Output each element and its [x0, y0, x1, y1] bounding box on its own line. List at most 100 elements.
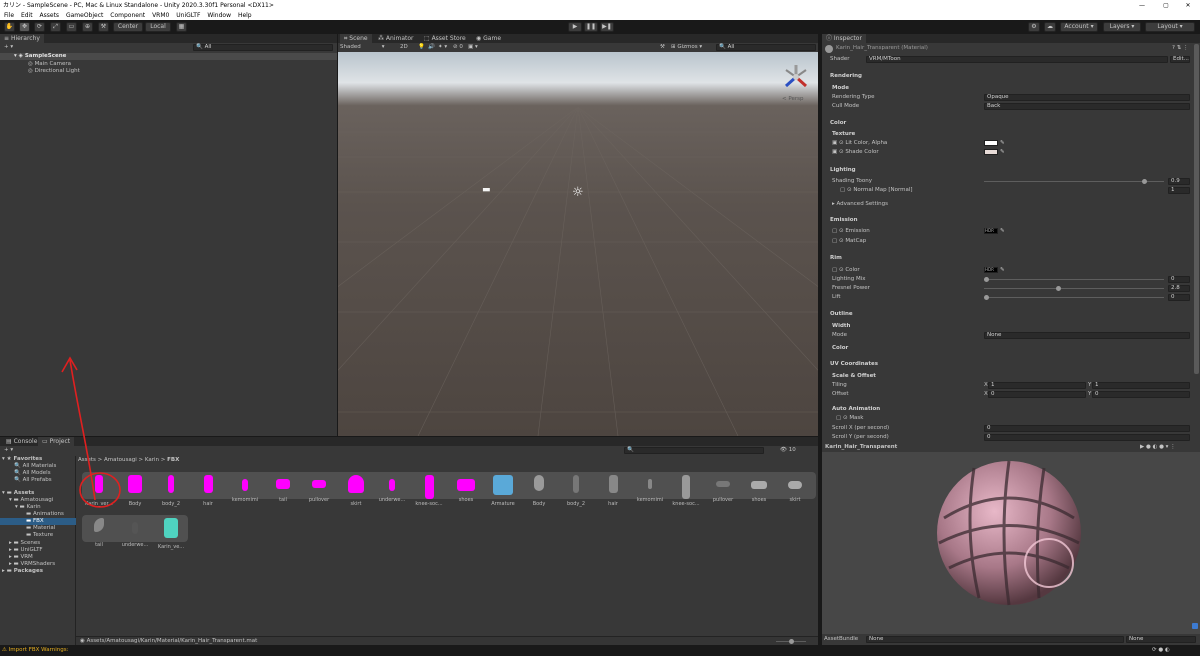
asset-shoes[interactable]: shoes — [449, 475, 483, 503]
pivot-center-button[interactable]: Center — [113, 22, 143, 32]
eyedropper-icon[interactable]: ✎ — [1000, 228, 1005, 235]
normal-map-row[interactable]: ▢ ⊙ Normal Map [Normal] — [840, 187, 913, 194]
asset-karin-avatar[interactable]: Karin_ve... — [154, 518, 188, 550]
scroll-x-input[interactable]: 0 — [984, 425, 1190, 432]
lighting-mix-knob[interactable] — [984, 277, 989, 282]
gizmos-dropdown[interactable]: ⊞ Gizmos ▾ — [671, 44, 702, 51]
tools-icon[interactable]: ⚒ — [660, 44, 665, 51]
move-tool-icon[interactable]: ✥ — [19, 22, 30, 32]
rotate-tool-icon[interactable]: ⟳ — [34, 22, 45, 32]
warning-message[interactable]: ⚠ Import FBX Warnings: — [2, 647, 68, 654]
layers-dropdown[interactable]: Layers ▾ — [1103, 22, 1141, 32]
hierarchy-search-input[interactable]: 🔍 All — [193, 44, 333, 51]
folder-karin[interactable]: ▾ ▬ Karin — [15, 504, 41, 511]
asset-underwear-mesh[interactable]: underwe... — [118, 518, 152, 548]
shader-edit-button[interactable]: Edit... — [1170, 56, 1190, 63]
emission-hdr-swatch[interactable]: HDR — [984, 228, 998, 234]
lighting-toggle-icon[interactable]: 💡 — [418, 44, 425, 51]
rim-hdr-swatch[interactable]: HDR — [984, 267, 998, 273]
menu-window[interactable]: Window — [207, 12, 231, 19]
scroll-y-input[interactable]: 0 — [984, 434, 1190, 441]
assets-folder[interactable]: ▾ ▬ Assets — [2, 490, 34, 497]
thumbnail-size-knob[interactable] — [789, 639, 794, 644]
rect-tool-icon[interactable]: ▭ — [66, 22, 77, 32]
play-button[interactable]: ▶ — [568, 22, 582, 32]
menu-gameobject[interactable]: GameObject — [66, 12, 103, 19]
asset-body-mesh[interactable]: Body — [522, 475, 556, 507]
tab-asset-store[interactable]: ⬚ Asset Store — [420, 34, 470, 43]
hierarchy-item-directional-light[interactable]: ◎ Directional Light — [28, 68, 80, 75]
eyedropper-icon[interactable]: ✎ — [1000, 149, 1005, 156]
asset-armature[interactable]: Armature — [486, 475, 520, 507]
tiling-x-input[interactable]: 1 — [988, 382, 1086, 389]
asset-tail-mesh[interactable]: tail — [82, 518, 116, 548]
tiling-y-input[interactable]: 1 — [1092, 382, 1190, 389]
material-preview-sphere[interactable] — [934, 458, 1084, 608]
menu-unigltf[interactable]: UniGLTF — [176, 12, 200, 19]
menu-edit[interactable]: Edit — [21, 12, 33, 19]
layout-dropdown[interactable]: Layout ▾ — [1145, 22, 1195, 32]
menu-file[interactable]: File — [4, 12, 14, 19]
tab-hierarchy[interactable]: ≡ Hierarchy — [0, 34, 44, 43]
asset-pullover[interactable]: pullover — [302, 475, 336, 503]
sun-icon[interactable]: ☼ — [572, 186, 584, 199]
lift-knob[interactable] — [984, 295, 989, 300]
effects-toggle-icon[interactable]: ✦ ▾ — [438, 44, 447, 51]
pivot-local-button[interactable]: Local — [145, 22, 171, 32]
normal-map-input[interactable]: 1 — [1168, 187, 1190, 194]
rendering-type-dropdown[interactable]: Opaque — [984, 94, 1190, 101]
2d-toggle[interactable]: 2D — [400, 44, 408, 51]
shading-toony-knob[interactable] — [1142, 179, 1147, 184]
lighting-mix-slider[interactable] — [984, 279, 1164, 280]
lift-input[interactable]: 0 — [1168, 294, 1190, 301]
shading-toony-slider[interactable] — [984, 181, 1164, 182]
status-icons[interactable]: ⟳ ● ◐ — [1152, 647, 1170, 654]
preview-toggle-icon[interactable] — [1192, 623, 1198, 629]
shade-color-swatch[interactable] — [984, 149, 998, 155]
offset-y-input[interactable]: 0 — [1092, 391, 1190, 398]
eyedropper-icon[interactable]: ✎ — [1000, 140, 1005, 147]
lit-color-row[interactable]: ▣ ⊙ Lit Color, Alpha — [832, 140, 887, 147]
cull-mode-dropdown[interactable]: Back — [984, 103, 1190, 110]
transform-tool-icon[interactable]: ⊕ — [82, 22, 93, 32]
lit-color-swatch[interactable] — [984, 140, 998, 146]
fresnel-power-slider[interactable] — [984, 288, 1164, 289]
asset-shoes-mesh[interactable]: shoes — [742, 475, 776, 503]
asset-pullover-mesh[interactable]: pullover — [706, 475, 740, 503]
minimize-button[interactable]: — — [1132, 0, 1152, 11]
assetbundle-dropdown[interactable]: None — [866, 636, 1124, 643]
assetbundle-variant-dropdown[interactable]: None — [1126, 636, 1196, 643]
menu-vrm0[interactable]: VRM0 — [152, 12, 169, 19]
step-button[interactable]: ▶❚ — [600, 22, 614, 32]
shader-dropdown[interactable]: VRM/MToon — [866, 56, 1168, 63]
emission-row[interactable]: ▢ ⊙ Emission — [832, 228, 870, 235]
collab-icon[interactable]: ⚙ — [1028, 22, 1040, 32]
cloud-icon[interactable]: ☁ — [1044, 22, 1056, 32]
scene-gizmo-icon[interactable] — [781, 62, 811, 92]
offset-x-input[interactable]: 0 — [988, 391, 1086, 398]
tab-game[interactable]: ◉ Game — [472, 34, 506, 43]
menu-component[interactable]: Component — [110, 12, 145, 19]
persp-label[interactable]: < Persp — [782, 96, 803, 103]
close-button[interactable]: ✕ — [1178, 0, 1198, 11]
fresnel-power-knob[interactable] — [1056, 286, 1061, 291]
folder-material[interactable]: ▬ Material — [26, 525, 55, 532]
hierarchy-item-main-camera[interactable]: ◎ Main Camera — [28, 61, 71, 68]
folder-scenes[interactable]: ▸ ▬ Scenes — [9, 540, 40, 547]
inspector-scrollbar[interactable] — [1194, 44, 1199, 374]
outline-mode-dropdown[interactable]: None — [984, 332, 1190, 339]
asset-knee-socks-mesh[interactable]: knee-soc... — [669, 475, 703, 507]
camera-settings-icon[interactable]: ▣ ▾ — [468, 44, 478, 51]
asset-underwear[interactable]: underwe... — [375, 475, 409, 503]
audio-toggle-icon[interactable]: 🔊 — [428, 44, 435, 51]
advanced-settings-foldout[interactable]: ▸ Advanced Settings — [832, 201, 888, 208]
shade-color-row[interactable]: ▣ ⊙ Shade Color — [832, 149, 879, 156]
lift-slider[interactable] — [984, 297, 1164, 298]
hidden-packages-count[interactable]: 👁 10 — [780, 447, 796, 454]
tab-inspector[interactable]: ⓘ Inspector — [822, 34, 866, 43]
asset-hair-mesh[interactable]: hair — [596, 475, 630, 507]
asset-tail[interactable]: tail — [266, 475, 300, 503]
shading-toony-input[interactable]: 0.9 — [1168, 178, 1190, 185]
project-search-input[interactable]: 🔍 — [624, 447, 764, 454]
pause-button[interactable]: ❚❚ — [584, 22, 598, 32]
